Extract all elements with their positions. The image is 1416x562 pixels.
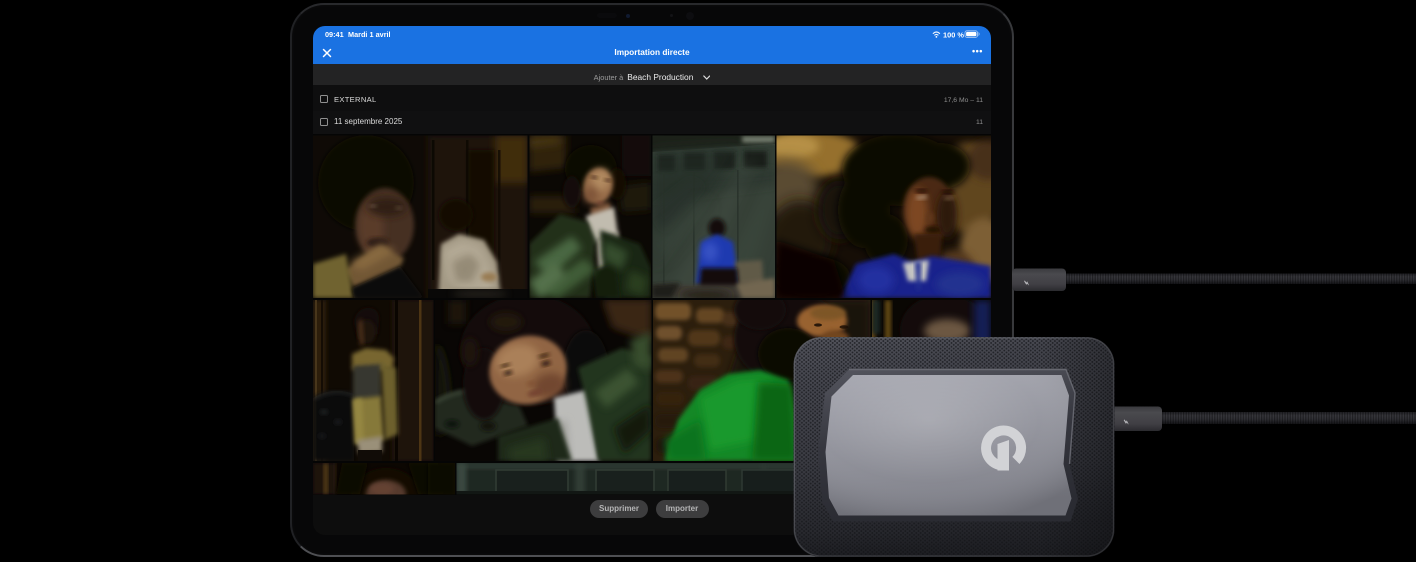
svg-text:100 %: 100 % (943, 31, 964, 40)
